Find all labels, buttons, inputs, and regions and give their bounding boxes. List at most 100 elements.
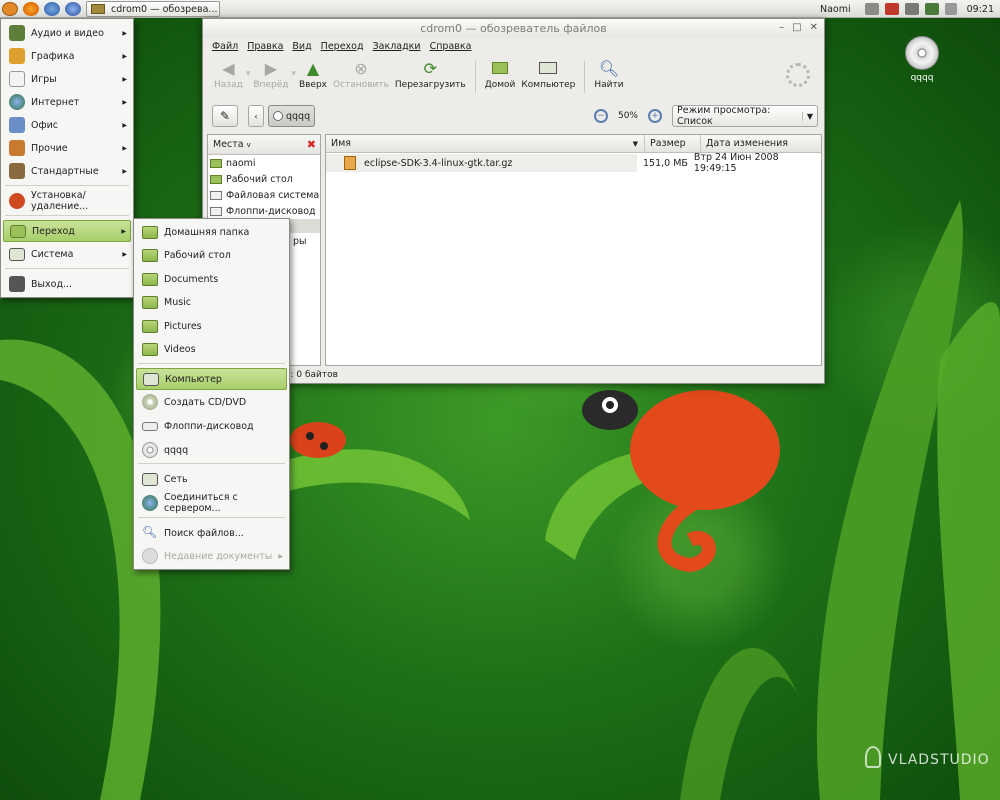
places-item-home[interactable]: Домашняя папка [136,221,287,243]
menu-item-add-remove[interactable]: Установка/удаление... [3,190,131,212]
sidebar-title[interactable]: Места [213,139,244,150]
toolbar-separator [584,61,586,93]
stop-button[interactable]: ⊗ Остановить [330,59,392,91]
search-button[interactable]: 🔍︎ Найти [591,58,626,91]
throbber-icon [786,63,810,87]
menu-item-places[interactable]: Переход ▶ [3,220,131,242]
close-sidebar-icon[interactable]: ✖ [307,138,316,151]
sidebar-item-desktop[interactable]: Рабочий стол [208,171,320,187]
menu-item-other[interactable]: Прочие ▶ [3,137,131,159]
network-icon[interactable] [904,3,919,15]
home-button[interactable]: Домой [482,59,519,90]
home-label: Домой [484,80,516,90]
menu-item-system[interactable]: Система ▶ [3,243,131,265]
menu-item-internet[interactable]: Интернет ▶ [3,91,131,113]
reload-button[interactable]: ⟳ Перезагрузить [392,58,469,91]
sidebar-item-home[interactable]: naomi [208,155,320,171]
menu-item-office[interactable]: Офис ▶ [3,114,131,136]
zoom-level[interactable]: 50% [618,111,638,121]
menu-go[interactable]: Переход [321,41,364,52]
column-name[interactable]: Имя ▼ [326,135,645,152]
sidebar-header: Места v ✖ [208,135,320,155]
computer-button[interactable]: Компьютер [518,59,578,90]
menu-item-label: Сеть [164,473,188,485]
column-modified[interactable]: Дата изменения [701,135,821,152]
view-mode-select[interactable]: Режим просмотра: Список ▼ [672,105,818,127]
internet-icon [9,94,25,110]
volume-icon[interactable] [944,3,957,15]
chevron-down-icon[interactable]: v [247,141,251,149]
menu-item-label: Недавние документы [164,550,273,562]
places-item-connect-server[interactable]: Соединиться с сервером... [136,492,287,514]
update-icon[interactable] [884,3,899,15]
places-item-desktop[interactable]: Рабочий стол [136,244,287,266]
home-icon[interactable] [864,3,879,15]
places-item-documents[interactable]: Documents [136,268,287,290]
menu-item-label: Documents [164,273,219,285]
zoom-out-icon[interactable]: − [593,109,608,123]
places-item-videos[interactable]: Videos [136,338,287,360]
places-item-cd-burner[interactable]: Создать CD/DVD [136,391,287,413]
menu-item-logout[interactable]: Выход... [3,273,131,295]
recent-icon [142,548,158,564]
back-button[interactable]: ◀ Назад [211,58,246,91]
window-titlebar[interactable]: cdrom0 — обозреватель файлов – □ ✕ [203,19,824,37]
computer-icon [538,59,558,77]
path-button-cdrom[interactable]: qqqq [268,105,316,127]
ubuntu-logo-icon[interactable] [2,1,18,16]
pencil-icon: ✎ [219,109,231,123]
edit-location-button[interactable]: ✎ [212,105,238,127]
path-left-button[interactable]: ‹ [248,105,264,127]
menu-item-label: Домашняя папка [164,226,250,238]
toolbar: ◀ Назад ▾ ▶ Вперёд ▾ ▲ Вверх ⊗ Остановит… [203,55,824,99]
forward-button[interactable]: ▶ Вперёд [250,59,291,91]
menu-edit[interactable]: Правка [247,41,283,52]
user-name[interactable]: Naomi [820,4,851,15]
menu-item-graphics[interactable]: Графика ▶ [3,45,131,67]
menu-view[interactable]: Вид [292,41,311,52]
close-icon[interactable]: ✕ [810,22,818,33]
menu-file[interactable]: Файл [212,41,238,52]
folder-icon [91,4,105,14]
places-item-computer[interactable]: Компьютер [136,368,287,390]
places-item-recent[interactable]: Недавние документы ▶ [136,545,287,567]
menu-item-label: Компьютер [165,373,222,385]
menu-item-audio-video[interactable]: Аудио и видео ▶ [3,22,131,44]
path-button-label: qqqq [286,110,311,122]
back-arrow-icon: ◀ [222,58,235,78]
menu-item-games[interactable]: Игры ▶ [3,68,131,90]
places-item-network[interactable]: Сеть [136,468,287,490]
globe-icon[interactable] [65,1,81,16]
sidebar-item-floppy[interactable]: Флоппи-дисковод [208,203,320,219]
menu-bookmarks[interactable]: Закладки [373,41,421,52]
places-item-search[interactable]: 🔍︎ Поиск файлов... [136,522,287,544]
firefox-icon[interactable] [23,1,39,16]
menu-item-accessories[interactable]: Стандартные ▶ [3,160,131,182]
places-item-music[interactable]: Music [136,291,287,313]
up-button[interactable]: ▲ Вверх [296,59,330,91]
clock[interactable]: 09:21 [967,4,994,15]
menu-help[interactable]: Справка [430,41,472,52]
desktop-cd-label: qqqq [910,73,934,83]
search-icon: 🔍︎ [598,58,620,78]
file-manager-window: cdrom0 — обозреватель файлов – □ ✕ Файл … [202,18,825,384]
submenu-arrow-icon: ▶ [122,29,127,37]
reload-icon: ⟳ [423,58,438,78]
places-item-pictures[interactable]: Pictures [136,315,287,337]
places-item-floppy[interactable]: Флоппи-дисковод [136,415,287,437]
home-folder-icon [142,225,158,239]
column-size[interactable]: Размер [645,135,701,152]
harddisk-icon [210,190,222,200]
maximize-icon[interactable]: □ [792,22,801,33]
zoom-in-icon[interactable]: + [648,109,662,123]
thunderbird-icon[interactable] [44,1,60,16]
places-item-cdrom[interactable]: qqqq [136,439,287,461]
minimize-icon[interactable]: – [779,22,784,33]
sidebar-item-filesystem[interactable]: Файловая система [208,187,320,203]
taskbar-window-button[interactable]: cdrom0 — обозрева... [86,1,220,17]
desktop-cd-icon[interactable]: qqqq [898,36,946,83]
menu-item-label: Создать CD/DVD [164,396,247,408]
file-row[interactable]: eclipse-SDK-3.4-linux-gtk.tar.gz 151,0 М… [326,152,821,174]
display-icon[interactable] [924,3,939,15]
desktop-folder-icon [142,248,158,262]
